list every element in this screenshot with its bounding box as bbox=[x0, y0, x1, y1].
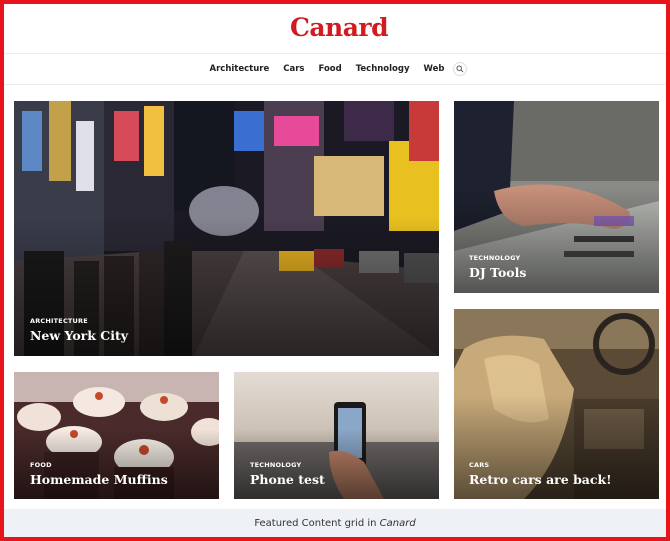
tile-category[interactable]: CARS bbox=[469, 461, 489, 469]
nav-item-food[interactable]: Food bbox=[311, 64, 348, 74]
nav-item-cars[interactable]: Cars bbox=[276, 64, 311, 74]
featured-tile-new-york-city[interactable]: ARCHITECTURE New York City bbox=[14, 101, 439, 356]
tile-title[interactable]: Retro cars are back! bbox=[469, 472, 612, 487]
featured-tile-homemade-muffins[interactable]: FOOD Homemade Muffins bbox=[14, 372, 219, 499]
featured-tile-dj-tools[interactable]: TECHNOLOGY DJ Tools bbox=[454, 101, 659, 293]
site-logo[interactable]: Canard bbox=[8, 13, 666, 42]
nav-item-architecture[interactable]: Architecture bbox=[203, 64, 277, 74]
screenshot-frame: Canard Architecture Cars Food Technology… bbox=[0, 0, 670, 541]
tile-title[interactable]: DJ Tools bbox=[469, 265, 526, 280]
tile-category[interactable]: ARCHITECTURE bbox=[30, 317, 88, 325]
tile-title[interactable]: Homemade Muffins bbox=[30, 472, 168, 487]
tile-category[interactable]: TECHNOLOGY bbox=[469, 254, 520, 262]
search-button[interactable] bbox=[453, 62, 468, 76]
nav-item-web[interactable]: Web bbox=[417, 64, 452, 74]
tile-title[interactable]: New York City bbox=[30, 328, 128, 343]
nav-item-technology[interactable]: Technology bbox=[349, 64, 417, 74]
main-navigation: Architecture Cars Food Technology Web bbox=[4, 53, 666, 85]
search-icon bbox=[456, 65, 464, 73]
featured-tile-phone-test[interactable]: TECHNOLOGY Phone test bbox=[234, 372, 439, 499]
featured-tile-retro-cars[interactable]: CARS Retro cars are back! bbox=[454, 309, 659, 499]
tile-title[interactable]: Phone test bbox=[250, 472, 325, 487]
tile-category[interactable]: FOOD bbox=[30, 461, 52, 469]
caption-text: Featured Content grid in bbox=[254, 518, 380, 529]
site-header: Canard bbox=[8, 8, 666, 56]
screenshot-caption: Featured Content grid in Canard bbox=[4, 509, 666, 537]
caption-site-name: Canard bbox=[379, 518, 416, 529]
tile-category[interactable]: TECHNOLOGY bbox=[250, 461, 301, 469]
